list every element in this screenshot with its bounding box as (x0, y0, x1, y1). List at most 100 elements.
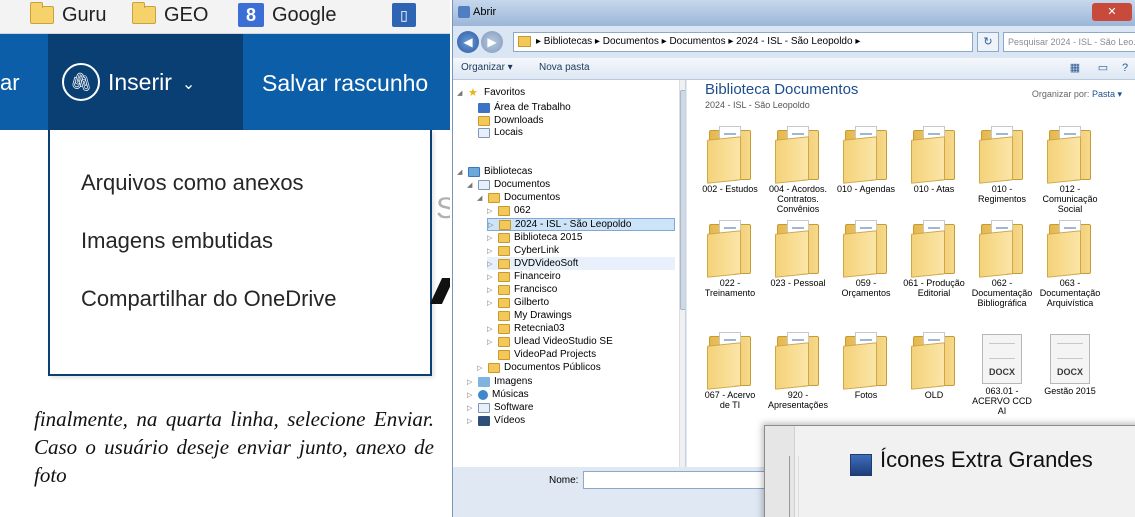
organize-button[interactable]: Organizar ▾ (461, 62, 513, 73)
folder-item[interactable]: OLD (903, 330, 965, 400)
help-icon[interactable]: ? (1117, 61, 1133, 75)
view-option-extra-large[interactable]: Ícones Extra Grandes (880, 447, 1093, 473)
nav-item[interactable]: ◢ ★ Favoritos (457, 86, 525, 99)
nav-item[interactable]: ◢ Documentos (477, 191, 560, 204)
nav-item[interactable]: My Drawings (487, 309, 572, 322)
expand-arrow-icon[interactable]: ▷ (487, 338, 494, 346)
folder-item[interactable]: 067 - Acervo de TI (699, 330, 761, 410)
preview-pane-icon[interactable]: ▭ (1095, 61, 1111, 75)
file-item[interactable]: DOCX 063.01 - ACERVO CCD AI (971, 330, 1033, 416)
nav-item[interactable]: ▷ Financeiro (487, 270, 561, 283)
new-folder-button[interactable]: Nova pasta (539, 62, 590, 73)
expand-arrow-icon[interactable]: ▷ (487, 247, 494, 255)
folder-item[interactable]: 004 - Acordos. Contratos. Convênios (767, 124, 829, 214)
nav-item[interactable]: ▷ 2024 - ISL - São Leopoldo (487, 218, 675, 231)
folder-icon (498, 336, 510, 347)
expand-arrow-icon[interactable]: ▷ (487, 234, 494, 242)
folder-item[interactable]: 059 - Orçamentos (835, 218, 897, 298)
nav-item[interactable]: ▷ DVDVideoSoft (487, 257, 675, 270)
close-button[interactable]: ✕ (1092, 3, 1132, 21)
nav-item[interactable]: ▷ Músicas (467, 388, 529, 401)
insert-dropdown-menu: Arquivos como anexos Imagens embutidas C… (48, 130, 432, 376)
expand-arrow-icon[interactable]: ◢ (457, 168, 464, 176)
nav-item[interactable]: Área de Trabalho (467, 101, 571, 114)
expand-arrow-icon[interactable]: ▷ (487, 325, 494, 333)
folder-item[interactable]: 061 - Produção Editorial (903, 218, 965, 298)
bookmark-partial[interactable]: ▯ (392, 2, 416, 28)
folder-item[interactable]: 010 - Agendas (835, 124, 897, 194)
dialog-toolbar: Organizar ▾ Nova pasta ▦ ▭ ? (453, 58, 1135, 80)
expand-arrow-icon[interactable]: ▷ (477, 364, 484, 372)
menu-item-attach-files[interactable]: Arquivos como anexos (81, 170, 304, 196)
folder-item[interactable]: 023 - Pessoal (767, 218, 829, 288)
nav-item[interactable]: ▷ Gilberto (487, 296, 549, 309)
expand-arrow-icon[interactable]: ◢ (477, 194, 484, 202)
folder-icon (132, 2, 156, 24)
folder-item[interactable]: 022 - Treinamento (699, 218, 761, 298)
address-field[interactable]: ▸ Bibliotecas ▸ Documentos ▸ Documentos … (513, 32, 973, 52)
folder-icon (1047, 124, 1093, 184)
refresh-button[interactable]: ↻ (977, 32, 999, 52)
nav-item-label: Imagens (494, 376, 533, 387)
bookmark-google[interactable]: 8 Google (238, 2, 337, 28)
expand-arrow-icon[interactable]: ▷ (488, 221, 495, 229)
expand-arrow-icon[interactable]: ◢ (457, 89, 464, 97)
save-draft-button[interactable]: Salvar rascunho (262, 70, 428, 97)
menu-item-inline-images[interactable]: Imagens embutidas (81, 228, 273, 254)
nav-item[interactable]: ▷ CyberLink (487, 244, 559, 257)
dialog-title: Abrir (473, 6, 497, 18)
nav-item[interactable]: ▷ Biblioteca 2015 (487, 231, 582, 244)
nav-item[interactable]: ▷ Documentos Públicos (477, 361, 601, 374)
view-options-icon[interactable]: ▦ (1067, 61, 1083, 75)
expand-arrow-icon[interactable]: ▷ (467, 391, 474, 399)
bookmark-geo[interactable]: GEO (132, 2, 208, 28)
folder-icon (775, 218, 821, 278)
expand-arrow-icon[interactable]: ▷ (467, 378, 474, 386)
nav-item[interactable]: ▷ Retecnia03 (487, 322, 565, 335)
folder-item[interactable]: 012 - Comunicação Social (1039, 124, 1101, 214)
blue-icon (478, 102, 490, 113)
command-partial-label[interactable]: ar (0, 70, 20, 96)
item-label: 023 - Pessoal (770, 278, 826, 288)
scrollbar-thumb[interactable] (680, 90, 685, 310)
view-size-slider[interactable] (789, 456, 799, 517)
nav-item[interactable]: ▷ Imagens (467, 375, 532, 388)
insert-button[interactable]: 🖇 Inserir ⌄ (48, 34, 243, 130)
file-item[interactable]: DOCX Gestão 2015 (1039, 330, 1101, 396)
folder-item[interactable]: 010 - Regimentos (971, 124, 1033, 204)
expand-arrow-icon[interactable]: ▷ (487, 260, 494, 268)
nav-item[interactable]: ◢ Documentos (467, 178, 550, 191)
view-size-popup: Ícones Extra Grandes (764, 425, 1135, 517)
expand-arrow-icon[interactable]: ◢ (467, 181, 474, 189)
menu-item-share-onedrive[interactable]: Compartilhar do OneDrive (81, 286, 337, 312)
nav-item[interactable]: ▷ Ulead VideoStudio SE (487, 335, 613, 348)
expand-arrow-icon[interactable]: ▷ (467, 417, 474, 425)
folder-item[interactable]: 002 - Estudos (699, 124, 761, 194)
nav-item[interactable]: VideoPad Projects (487, 348, 596, 361)
nav-item[interactable]: Locais (467, 126, 523, 139)
back-button[interactable]: ◀ (457, 31, 479, 53)
expand-arrow-icon[interactable]: ▷ (487, 286, 494, 294)
expand-arrow-icon[interactable]: ▷ (467, 404, 474, 412)
nav-item[interactable]: ◢ Bibliotecas (457, 165, 532, 178)
expand-arrow-icon[interactable]: ▷ (487, 299, 494, 307)
nav-item[interactable]: ▷ Software (467, 401, 533, 414)
folder-item[interactable]: Fotos (835, 330, 897, 400)
nav-scrollbar[interactable] (679, 80, 685, 467)
filename-input[interactable] (583, 471, 783, 489)
forward-button[interactable]: ▶ (481, 31, 503, 53)
folder-icon (498, 245, 510, 256)
expand-arrow-icon[interactable]: ▷ (487, 273, 494, 281)
expand-arrow-icon[interactable]: ▷ (487, 207, 494, 215)
folder-icon (775, 330, 821, 390)
folder-item[interactable]: 920 - Apresentações (767, 330, 829, 410)
arrange-by[interactable]: Organizar por: Pasta ▾ (1032, 89, 1122, 100)
nav-item[interactable]: ▷ Vídeos (467, 414, 525, 427)
folder-item[interactable]: 062 - Documentação Bibliográfica (971, 218, 1033, 308)
folder-item[interactable]: 063 - Documentação Arquivística (1039, 218, 1101, 308)
search-input[interactable]: Pesquisar 2024 - ISL - São Leo... (1003, 32, 1135, 52)
folder-item[interactable]: 010 - Atas (903, 124, 965, 194)
nav-item[interactable]: ▷ 062 (487, 204, 531, 217)
nav-item[interactable]: ▷ Francisco (487, 283, 557, 296)
bookmark-guru[interactable]: Guru (30, 2, 106, 28)
